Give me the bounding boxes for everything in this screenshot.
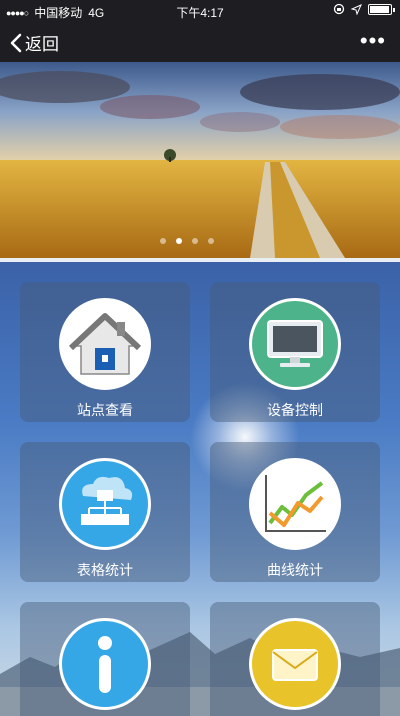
back-button[interactable]: 返回	[10, 30, 59, 55]
location-arrow-icon	[351, 3, 362, 15]
chevron-left-icon	[10, 33, 22, 52]
monitor-icon	[249, 298, 341, 390]
battery-icon	[368, 3, 395, 15]
carousel-dot[interactable]	[160, 238, 166, 244]
nav-bar: 返回 •••	[0, 22, 400, 62]
menu-grid: 站点查看 设备控制 表格统计 曲线统计	[0, 262, 400, 716]
tile-label: 站点查看	[77, 402, 133, 418]
rotation-lock-icon	[333, 3, 345, 15]
carousel-dot[interactable]	[192, 238, 198, 244]
site-view-tile[interactable]: 站点查看	[20, 282, 190, 422]
curve-stats-tile[interactable]: 曲线统计	[210, 442, 380, 582]
carousel-dot[interactable]	[208, 238, 214, 244]
tile-label: 表格统计	[77, 562, 133, 578]
carousel-dot-active[interactable]	[176, 238, 182, 244]
table-stats-tile[interactable]: 表格统计	[20, 442, 190, 582]
carousel-indicator	[160, 238, 214, 244]
more-menu-button[interactable]: •••	[360, 28, 386, 54]
line-chart-icon	[249, 458, 341, 550]
status-bar: ●●●●○ 中国移动 4G 下午4:17	[0, 0, 400, 22]
info-tile[interactable]	[20, 602, 190, 716]
tile-label: 曲线统计	[267, 562, 323, 578]
back-label: 返回	[25, 35, 59, 54]
device-control-tile[interactable]: 设备控制	[210, 282, 380, 422]
wheat-field-image	[0, 62, 400, 258]
house-icon	[59, 298, 151, 390]
info-icon	[59, 618, 151, 710]
message-tile[interactable]	[210, 602, 380, 716]
network-diagram-icon	[59, 458, 151, 550]
tile-label: 设备控制	[267, 402, 323, 418]
mail-icon	[249, 618, 341, 710]
banner-carousel[interactable]	[0, 62, 400, 258]
